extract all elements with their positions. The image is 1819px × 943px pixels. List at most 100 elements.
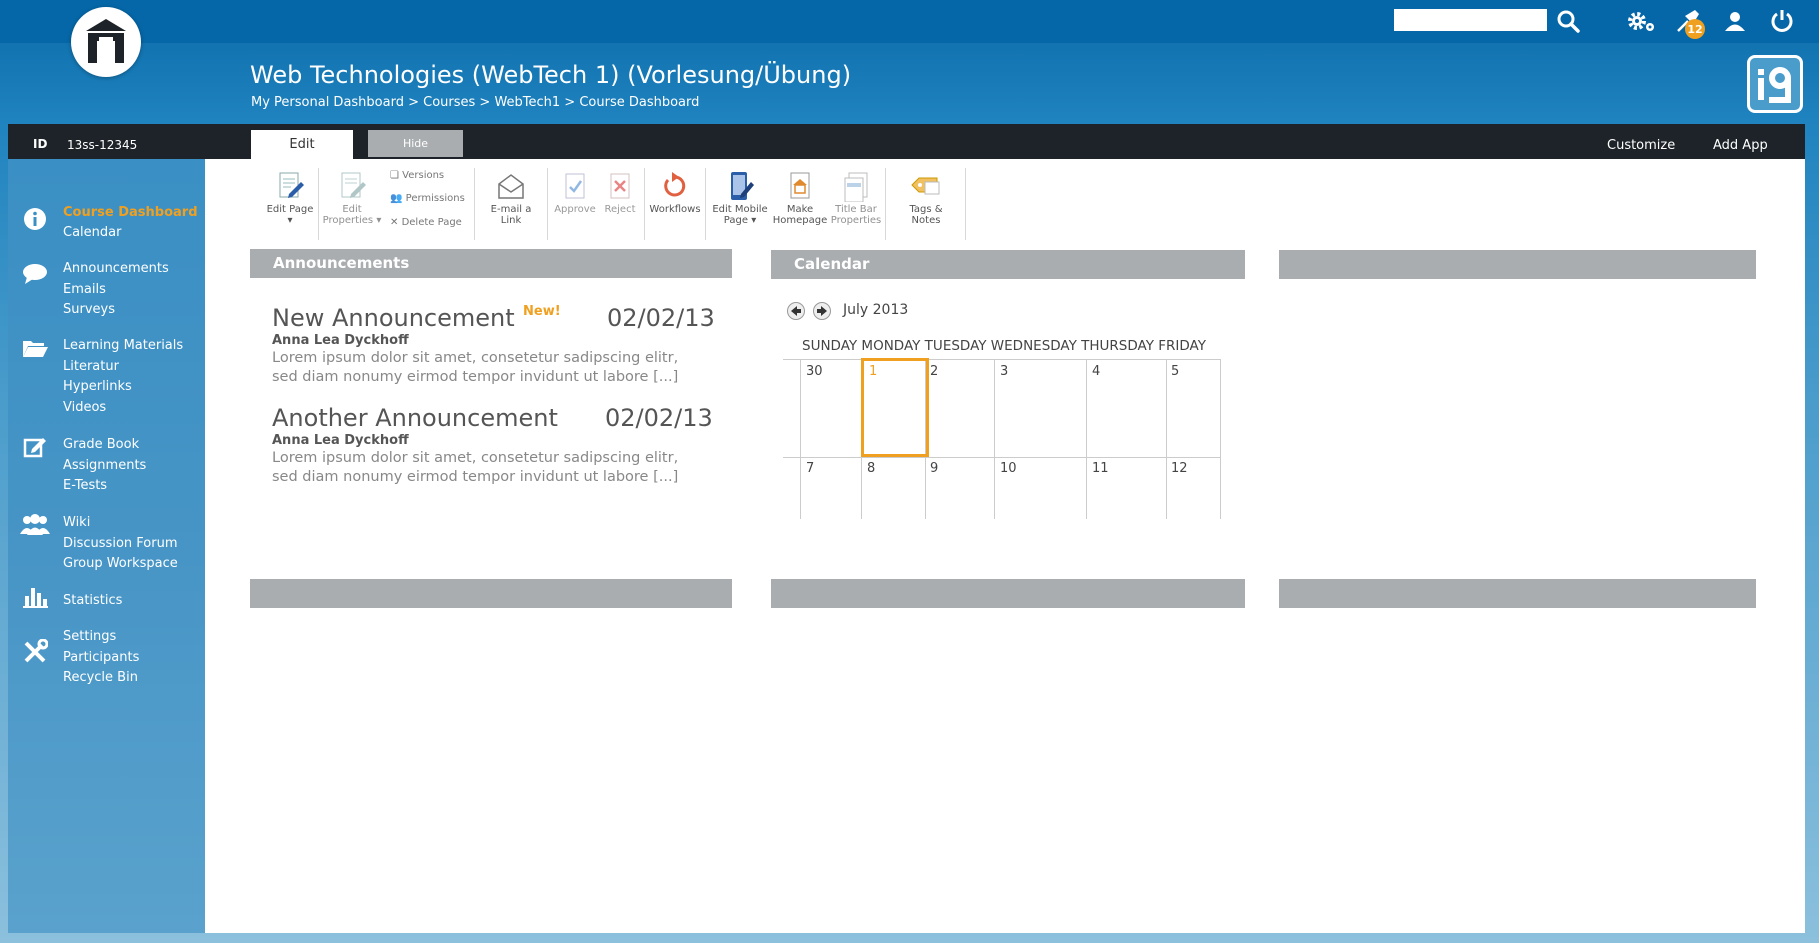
sidebar-item-statistics[interactable]: Statistics: [63, 593, 122, 608]
calendar-grid-line: [1086, 359, 1087, 519]
edit-properties-label-2: Properties: [322, 215, 374, 226]
sidebar-item-emails[interactable]: Emails: [63, 282, 106, 297]
permissions-label: Permissions: [405, 193, 465, 204]
sidebar: Course Dashboard Calendar Announcements …: [8, 159, 205, 933]
sidebar-item-videos[interactable]: Videos: [63, 400, 106, 415]
reject-button[interactable]: Reject: [602, 170, 638, 215]
sidebar-item-discussion-forum[interactable]: Discussion Forum: [63, 536, 177, 551]
sidebar-item-hyperlinks[interactable]: Hyperlinks: [63, 379, 132, 394]
edit-properties-button[interactable]: Edit Properties ▾: [322, 170, 382, 226]
tags-notes-label-1: Tags &: [909, 204, 943, 215]
title-bar-label-2: Properties: [830, 215, 882, 226]
permissions-button[interactable]: 👥 Permissions: [390, 193, 465, 204]
settings-icon[interactable]: [1626, 6, 1656, 36]
announcement-body-line-2: sed diam nonumy eirmod tempor invidunt u…: [272, 369, 679, 385]
make-homepage-label-1: Make: [786, 204, 814, 215]
sidebar-item-announcements[interactable]: Announcements: [63, 261, 169, 276]
announcement-body-line-1: Lorem ipsum dolor sit amet, consetetur s…: [272, 450, 679, 466]
envelope-icon: [498, 174, 524, 199]
sidebar-item-surveys[interactable]: Surveys: [63, 302, 115, 317]
homepage-icon: [790, 172, 810, 199]
approve-button[interactable]: Approve: [552, 170, 598, 215]
announcements-heading: Announcements: [250, 249, 732, 278]
email-link-label-1: E-mail a: [490, 204, 532, 215]
power-icon[interactable]: [1767, 6, 1797, 36]
tools-icon: [22, 639, 48, 664]
customize-link[interactable]: Customize: [1607, 138, 1675, 153]
announcement-title[interactable]: Another Announcement: [272, 404, 558, 432]
calendar-day[interactable]: 9: [930, 461, 938, 476]
title-bar-properties-button[interactable]: Title Bar Properties: [828, 170, 884, 226]
ribbon-separator: [318, 168, 319, 240]
calendar-day[interactable]: 12: [1171, 461, 1188, 476]
calendar-day-today[interactable]: 1: [869, 364, 877, 379]
calendar-day[interactable]: 11: [1092, 461, 1109, 476]
sidebar-item-literatur[interactable]: Literatur: [63, 359, 119, 374]
calendar-day[interactable]: 2: [930, 364, 938, 379]
notification-badge[interactable]: 12: [1685, 19, 1705, 39]
edit-mobile-page-button[interactable]: Edit Mobile Page ▾: [710, 170, 770, 226]
calendar-day[interactable]: 30: [806, 364, 823, 379]
sidebar-item-course-dashboard[interactable]: Course Dashboard: [63, 205, 198, 220]
chevron-down-icon: ▾: [751, 215, 757, 226]
app-logo[interactable]: [71, 7, 141, 77]
delete-page-label: Delete Page: [401, 217, 462, 228]
calendar-day[interactable]: 3: [1000, 364, 1008, 379]
versions-button[interactable]: ❏ Versions: [390, 170, 444, 181]
sidebar-item-calendar[interactable]: Calendar: [63, 225, 121, 240]
announcement-title[interactable]: New Announcement: [272, 304, 515, 332]
sidebar-item-e-tests[interactable]: E-Tests: [63, 478, 107, 493]
sidebar-item-learning-materials[interactable]: Learning Materials: [63, 338, 183, 353]
edit-page-button[interactable]: Edit Page ▾: [265, 170, 315, 226]
ribbon-separator: [474, 168, 475, 240]
calendar-day[interactable]: 7: [806, 461, 814, 476]
workflows-button[interactable]: Workflows: [648, 170, 702, 215]
sidebar-item-settings[interactable]: Settings: [63, 629, 116, 644]
empty-panel-heading: [771, 579, 1245, 608]
make-homepage-button[interactable]: Make Homepage: [772, 170, 828, 226]
calendar-day[interactable]: 8: [867, 461, 875, 476]
calendar-grid-line: [800, 359, 801, 519]
calendar-prev-button[interactable]: [787, 302, 805, 320]
empty-panel-heading: [250, 579, 732, 608]
sidebar-item-participants[interactable]: Participants: [63, 650, 139, 665]
sidebar-item-wiki[interactable]: Wiki: [63, 515, 90, 530]
sidebar-item-recycle-bin[interactable]: Recycle Bin: [63, 670, 138, 685]
user-icon[interactable]: [1720, 6, 1750, 36]
calendar-day[interactable]: 5: [1171, 364, 1179, 379]
ribbon-separator: [705, 168, 706, 240]
info-icon: [22, 207, 48, 231]
i9-logo-icon: [1758, 67, 1791, 103]
search-icon[interactable]: [1553, 6, 1583, 36]
sidebar-item-assignments[interactable]: Assignments: [63, 458, 146, 473]
calendar-grid-line: [783, 359, 1221, 360]
ilias-logo[interactable]: [1747, 55, 1803, 113]
group-icon: [18, 513, 52, 537]
search-input[interactable]: [1394, 9, 1547, 31]
email-link-button[interactable]: E-mail a Link: [486, 170, 536, 226]
tab-hide[interactable]: Hide: [368, 130, 463, 157]
ribbon-separator: [885, 168, 886, 240]
announcement-body-line-1: Lorem ipsum dolor sit amet, consetetur s…: [272, 350, 679, 366]
title-bar-label-1: Title Bar: [835, 204, 877, 215]
sidebar-item-grade-book[interactable]: Grade Book: [63, 437, 139, 452]
calendar-grid-line: [1166, 359, 1167, 519]
tags-notes-label-2: Notes: [911, 215, 941, 226]
calendar-next-button[interactable]: [813, 302, 831, 320]
sidebar-item-group-workspace[interactable]: Group Workspace: [63, 556, 178, 571]
empty-panel-heading: [1279, 579, 1756, 608]
tab-edit[interactable]: Edit: [251, 130, 353, 159]
breadcrumb[interactable]: My Personal Dashboard > Courses > WebTec…: [251, 95, 699, 110]
calendar-day[interactable]: 4: [1092, 364, 1100, 379]
delete-page-button[interactable]: ✕ Delete Page: [390, 217, 462, 228]
edit-mobile-label-1: Edit Mobile: [712, 204, 768, 215]
page-title: Web Technologies (WebTech 1) (Vorlesung/…: [250, 61, 852, 89]
arrow-right-icon: [817, 306, 827, 316]
make-homepage-label-2: Homepage: [772, 215, 828, 226]
edit-properties-label-1: Edit: [342, 204, 362, 215]
tags-notes-button[interactable]: Tags & Notes: [896, 170, 956, 226]
add-app-link[interactable]: Add App: [1713, 138, 1768, 153]
chevron-down-icon: ▾: [287, 215, 293, 226]
calendar-day[interactable]: 10: [1000, 461, 1017, 476]
edit-page-icon: [279, 172, 304, 198]
